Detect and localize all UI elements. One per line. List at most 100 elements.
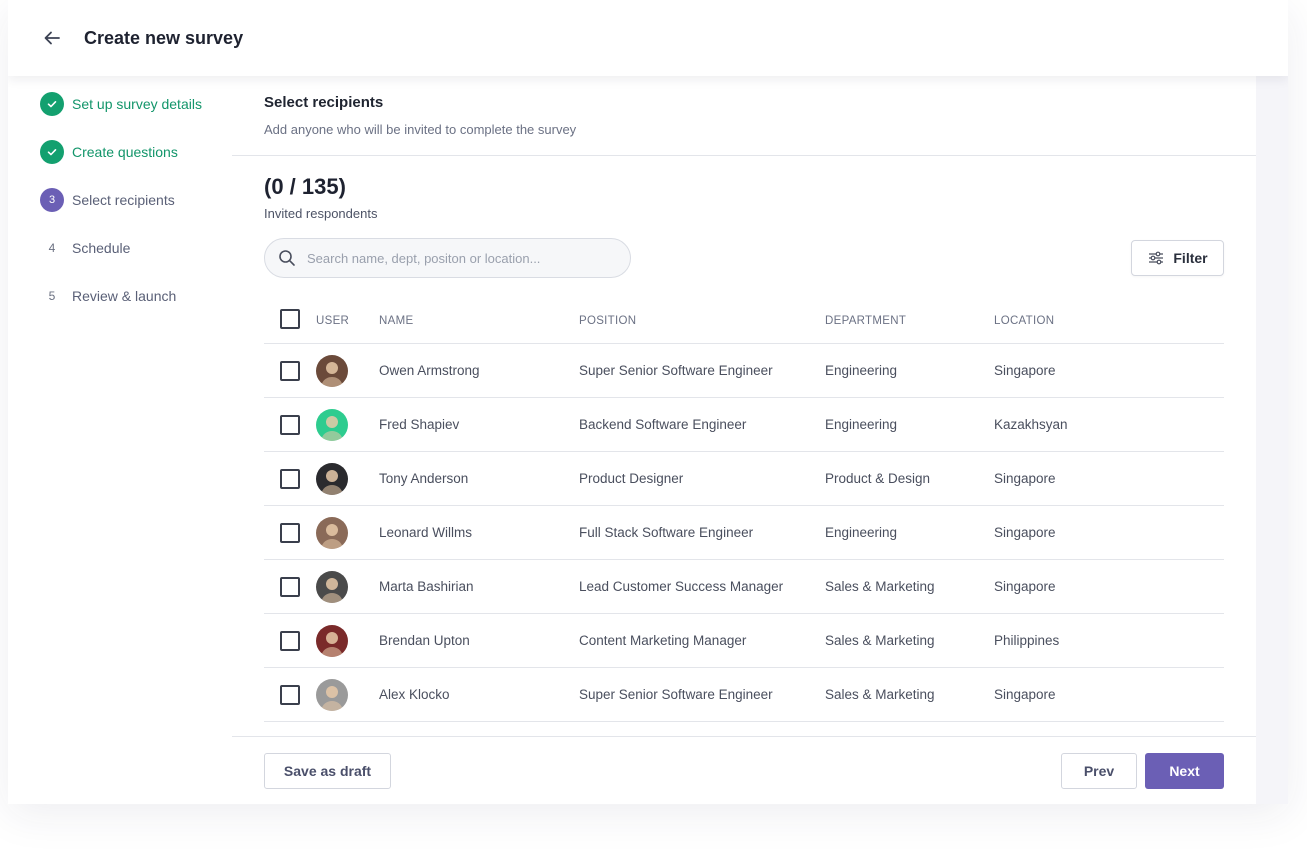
cell-location: Kazakhsyan [994, 417, 1068, 432]
cell-name: Tony Anderson [379, 471, 469, 486]
column-position: POSITION [579, 315, 637, 327]
search-icon [277, 248, 297, 268]
column-department: DEPARTMENT [825, 315, 907, 327]
table-row[interactable]: Fred Shapiev Backend Software Engineer Eng… [264, 398, 1224, 452]
avatar [316, 463, 348, 495]
step-setup-details[interactable]: Set up survey details [40, 92, 202, 116]
step-number: 3 [40, 188, 64, 212]
step-create-questions[interactable]: Create questions [40, 140, 178, 164]
row-checkbox[interactable] [280, 577, 300, 597]
cell-location: Philippines [994, 633, 1060, 648]
cell-name: Brendan Upton [379, 633, 470, 648]
footer-bar: Save as draft Prev Next [232, 736, 1256, 804]
save-draft-button[interactable]: Save as draft [264, 753, 391, 789]
cell-department: Sales & Marketing [825, 579, 935, 594]
avatar [316, 355, 348, 387]
column-name: NAME [379, 315, 414, 327]
cell-location: Singapore [994, 471, 1056, 486]
table-header: USER NAME POSITION DEPARTMENT LOCATION [264, 298, 1224, 344]
step-label: Schedule [72, 240, 131, 256]
table-row[interactable]: Brendan Upton Content Marketing Manager Sa… [264, 614, 1224, 668]
table-body: Owen Armstrong Super Senior Software Engi… [264, 344, 1224, 722]
cell-position: Full Stack Software Engineer [579, 525, 754, 540]
cell-department: Sales & Marketing [825, 687, 935, 702]
table-row[interactable]: Alex Klocko Super Senior Software Enginee… [264, 668, 1224, 722]
user-icon [316, 463, 348, 495]
filter-label: Filter [1173, 250, 1208, 266]
cell-position: Product Designer [579, 471, 684, 486]
step-select-recipients[interactable]: 3 Select recipients [40, 188, 175, 212]
cell-location: Singapore [994, 687, 1056, 702]
step-schedule[interactable]: 4 Schedule [40, 236, 131, 260]
step-number: 4 [48, 241, 56, 255]
cell-name: Marta Bashirian [379, 579, 474, 594]
row-checkbox[interactable] [280, 469, 300, 489]
step-review-launch[interactable]: 5 Review & launch [40, 284, 177, 308]
avatar [316, 679, 348, 711]
avatar [316, 409, 348, 441]
back-button[interactable] [38, 24, 66, 52]
user-icon [316, 517, 348, 549]
cell-location: Singapore [994, 525, 1056, 540]
user-icon [316, 625, 348, 657]
cell-position: Lead Customer Success Manager [579, 579, 784, 594]
row-checkbox[interactable] [280, 685, 300, 705]
row-checkbox[interactable] [280, 631, 300, 651]
step-number: 5 [48, 289, 56, 303]
user-icon [316, 355, 348, 387]
invited-count: (0 / 135) [264, 174, 346, 199]
app-window: Create new survey Set up survey details … [8, 0, 1288, 804]
step-label: Set up survey details [72, 96, 202, 112]
search-input[interactable] [307, 250, 607, 266]
sliders-icon [1149, 251, 1164, 265]
arrow-left-icon [44, 31, 60, 45]
section-subtitle: Add anyone who will be invited to comple… [264, 122, 577, 137]
step-label: Create questions [72, 144, 178, 160]
step-label: Select recipients [72, 192, 175, 208]
cell-department: Engineering [825, 417, 898, 432]
column-location: LOCATION [994, 315, 1055, 327]
top-bar: Create new survey [8, 0, 1288, 76]
avatar [316, 517, 348, 549]
prev-button[interactable]: Prev [1061, 753, 1137, 789]
search-box [264, 238, 631, 278]
user-icon [316, 679, 348, 711]
section-header: Select recipients Add anyone who will be… [232, 76, 1256, 156]
select-all-checkbox[interactable] [280, 309, 300, 329]
check-icon [40, 92, 64, 116]
cell-name: Alex Klocko [379, 687, 450, 702]
filter-button[interactable]: Filter [1131, 240, 1224, 276]
cell-department: Engineering [825, 363, 898, 378]
next-button[interactable]: Next [1145, 753, 1224, 789]
check-icon [40, 140, 64, 164]
user-icon [316, 571, 348, 603]
row-checkbox[interactable] [280, 523, 300, 543]
cell-department: Engineering [825, 525, 898, 540]
row-checkbox[interactable] [280, 415, 300, 435]
row-checkbox[interactable] [280, 361, 300, 381]
table-row[interactable]: Leonard Willms Full Stack Software Engine… [264, 506, 1224, 560]
table-row[interactable]: Owen Armstrong Super Senior Software Engi… [264, 344, 1224, 398]
avatar [316, 625, 348, 657]
recipients-table: USER NAME POSITION DEPARTMENT LOCATION O… [264, 298, 1224, 722]
cell-position: Super Senior Software Engineer [579, 687, 773, 702]
step-label: Review & launch [72, 288, 177, 304]
cell-position: Super Senior Software Engineer [579, 363, 773, 378]
cell-position: Content Marketing Manager [579, 633, 747, 648]
steps-sidebar: Set up survey details Create questions 3… [8, 76, 232, 804]
cell-name: Fred Shapiev [379, 417, 460, 432]
cell-location: Singapore [994, 363, 1056, 378]
table-row[interactable]: Tony Anderson Product Designer Product & D… [264, 452, 1224, 506]
cell-name: Owen Armstrong [379, 363, 480, 378]
cell-department: Product & Design [825, 471, 931, 486]
user-icon [316, 409, 348, 441]
section-title: Select recipients [264, 94, 384, 111]
invited-count-label: Invited respondents [264, 206, 378, 221]
column-user: USER [316, 315, 350, 327]
cell-name: Leonard Willms [379, 525, 473, 540]
table-row[interactable]: Marta Bashirian Lead Customer Success Man… [264, 560, 1224, 614]
avatar [316, 571, 348, 603]
cell-position: Backend Software Engineer [579, 417, 747, 432]
cell-location: Singapore [994, 579, 1056, 594]
page-title: Create new survey [84, 27, 244, 48]
